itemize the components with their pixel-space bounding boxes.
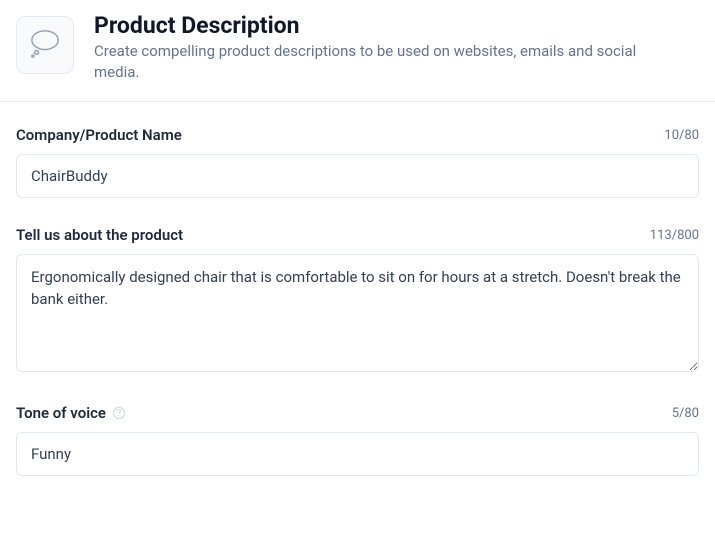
- template-icon-tile: [16, 16, 74, 74]
- page-title: Product Description: [94, 12, 654, 39]
- about-counter: 113/800: [650, 228, 699, 243]
- field-product-name: Company/Product Name 10/80: [16, 126, 699, 198]
- thought-bubble-icon: [28, 28, 62, 62]
- tone-input[interactable]: [16, 432, 699, 476]
- field-about: Tell us about the product 113/800: [16, 226, 699, 376]
- tone-label-text: Tone of voice: [16, 404, 106, 422]
- product-name-label: Company/Product Name: [16, 126, 182, 144]
- page-subtitle: Create compelling product descriptions t…: [94, 41, 654, 83]
- template-header: Product Description Create compelling pr…: [0, 0, 715, 102]
- product-name-counter: 10/80: [664, 128, 699, 143]
- field-tone: Tone of voice 5/80: [16, 404, 699, 476]
- about-label: Tell us about the product: [16, 226, 183, 244]
- product-name-input[interactable]: [16, 154, 699, 198]
- form: Company/Product Name 10/80 Tell us about…: [0, 102, 715, 514]
- tone-label: Tone of voice: [16, 404, 126, 422]
- about-textarea[interactable]: [16, 254, 699, 372]
- help-icon[interactable]: [112, 406, 126, 420]
- tone-counter: 5/80: [672, 406, 699, 421]
